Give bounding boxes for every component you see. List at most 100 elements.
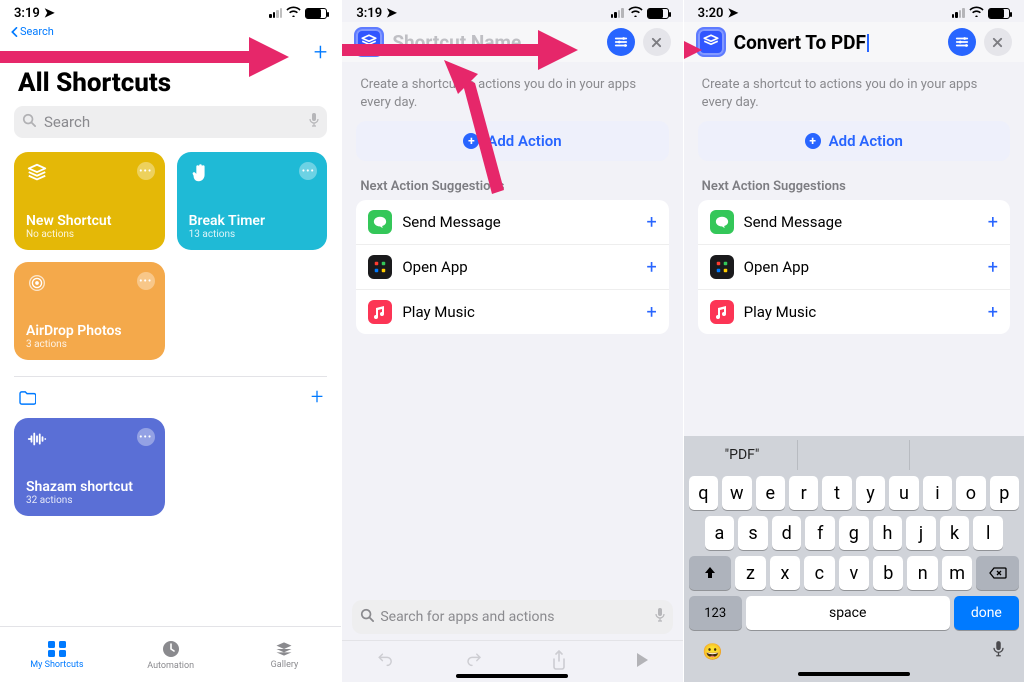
page-title: All Shortcuts	[0, 66, 341, 106]
dictate-icon[interactable]	[655, 607, 665, 627]
location-icon: ➤	[44, 6, 55, 21]
key-x[interactable]: x	[770, 556, 800, 590]
shortcut-tile[interactable]: ••• Break Timer 13 actions	[177, 152, 328, 250]
search-icon	[22, 113, 38, 131]
apps-grid-icon	[710, 255, 734, 279]
key-z[interactable]: z	[735, 556, 765, 590]
waveform-icon	[26, 428, 48, 450]
tab-gallery[interactable]: Gallery	[228, 627, 342, 682]
search-input[interactable]: Search	[14, 106, 327, 138]
key-v[interactable]: v	[839, 556, 869, 590]
shortcut-name-input[interactable]: Shortcut Name	[392, 31, 598, 54]
tab-my-shortcuts[interactable]: My Shortcuts	[0, 627, 114, 682]
tab-automation[interactable]: Automation	[114, 627, 228, 682]
key-i[interactable]: i	[923, 476, 952, 510]
key-p[interactable]: p	[990, 476, 1019, 510]
new-shortcut-editor-screen: 3:19 ➤ Shortcut Name Create a shortcut t…	[341, 0, 682, 682]
named-shortcut-editor-screen: 3:20 ➤ Convert To PDF Create a shortcut …	[683, 0, 1024, 682]
tile-more-icon[interactable]: •••	[137, 272, 155, 290]
tile-name: AirDrop Photos	[26, 323, 153, 339]
close-button[interactable]	[643, 28, 671, 56]
layers-icon	[274, 640, 294, 658]
key-e[interactable]: e	[756, 476, 785, 510]
add-action-button[interactable]: + Add Action	[356, 121, 668, 161]
key-c[interactable]: c	[804, 556, 834, 590]
airdrop-icon	[26, 272, 48, 294]
key-o[interactable]: o	[956, 476, 985, 510]
suggestion-send-message[interactable]: Send Message +	[356, 200, 668, 244]
shortcut-icon[interactable]	[696, 27, 726, 57]
key-t[interactable]: t	[822, 476, 851, 510]
key-f[interactable]: f	[805, 516, 835, 550]
suggestion-play-music[interactable]: Play Music +	[356, 289, 668, 334]
shortcut-icon[interactable]	[354, 27, 384, 57]
add-icon[interactable]: +	[988, 257, 998, 278]
kbd-suggestion[interactable]: "PDF"	[687, 440, 798, 470]
key-backspace[interactable]	[976, 556, 1019, 590]
close-button[interactable]	[984, 28, 1012, 56]
status-time: 3:20	[698, 6, 724, 21]
key-d[interactable]: d	[772, 516, 802, 550]
key-m[interactable]: m	[942, 556, 972, 590]
add-to-folder-button[interactable]: +	[311, 385, 323, 410]
suggestion-send-message[interactable]: Send Message +	[698, 200, 1010, 244]
key-q[interactable]: q	[689, 476, 718, 510]
redo-button[interactable]	[464, 651, 484, 673]
kbd-row-3: z x c v b n m	[687, 556, 1021, 590]
kbd-suggestion-empty	[909, 440, 1021, 470]
tile-more-icon[interactable]: •••	[137, 428, 155, 446]
suggestion-open-app[interactable]: Open App +	[698, 244, 1010, 289]
key-g[interactable]: g	[839, 516, 869, 550]
add-icon[interactable]: +	[646, 302, 656, 323]
add-icon[interactable]: +	[646, 257, 656, 278]
dictate-button[interactable]	[992, 640, 1005, 662]
shortcut-tile[interactable]: ••• Shazam shortcut 32 actions	[14, 418, 165, 516]
add-icon[interactable]: +	[988, 302, 998, 323]
back-link[interactable]: Search	[0, 22, 341, 38]
key-b[interactable]: b	[873, 556, 903, 590]
settings-button[interactable]	[607, 28, 635, 56]
add-icon[interactable]: +	[988, 212, 998, 233]
key-r[interactable]: r	[789, 476, 818, 510]
tile-more-icon[interactable]: •••	[137, 162, 155, 180]
run-button[interactable]	[635, 652, 649, 672]
key-n[interactable]: n	[907, 556, 937, 590]
key-s[interactable]: s	[738, 516, 768, 550]
key-space[interactable]: space	[746, 596, 950, 630]
key-h[interactable]: h	[873, 516, 903, 550]
shortcut-name-input[interactable]: Convert To PDF	[734, 31, 940, 54]
add-icon[interactable]: +	[646, 212, 656, 233]
action-search-input[interactable]: Search for apps and actions	[352, 600, 672, 634]
undo-button[interactable]	[376, 651, 396, 673]
dictate-icon[interactable]	[309, 112, 319, 132]
key-done[interactable]: done	[954, 596, 1019, 630]
kbd-row-2: a s d f g h j k l	[687, 516, 1021, 550]
tile-more-icon[interactable]: •••	[299, 162, 317, 180]
folder-icon[interactable]	[18, 391, 36, 405]
add-shortcut-button[interactable]: +	[314, 40, 328, 64]
editor-subtext: Create a shortcut to actions you do in y…	[342, 62, 682, 121]
sliders-icon	[955, 35, 969, 49]
shortcut-tile[interactable]: ••• New Shortcut No actions	[14, 152, 165, 250]
hand-icon	[189, 162, 211, 184]
suggestion-play-music[interactable]: Play Music +	[698, 289, 1010, 334]
shortcut-tile[interactable]: ••• AirDrop Photos 3 actions	[14, 262, 165, 360]
emoji-button[interactable]: 😀	[703, 642, 723, 661]
key-y[interactable]: y	[856, 476, 885, 510]
key-l[interactable]: l	[973, 516, 1003, 550]
key-j[interactable]: j	[906, 516, 936, 550]
key-shift[interactable]	[689, 556, 732, 590]
share-button[interactable]	[551, 650, 567, 674]
key-w[interactable]: w	[722, 476, 751, 510]
folder-grid: ••• Shazam shortcut 32 actions	[0, 418, 341, 516]
suggestion-open-app[interactable]: Open App +	[356, 244, 668, 289]
key-a[interactable]: a	[705, 516, 735, 550]
settings-button[interactable]	[948, 28, 976, 56]
key-k[interactable]: k	[940, 516, 970, 550]
key-u[interactable]: u	[889, 476, 918, 510]
close-icon	[992, 37, 1003, 48]
add-action-button[interactable]: + Add Action	[698, 121, 1010, 161]
key-123[interactable]: 123	[689, 596, 742, 630]
status-time: 3:19	[356, 6, 382, 21]
cellular-icon	[952, 8, 965, 18]
